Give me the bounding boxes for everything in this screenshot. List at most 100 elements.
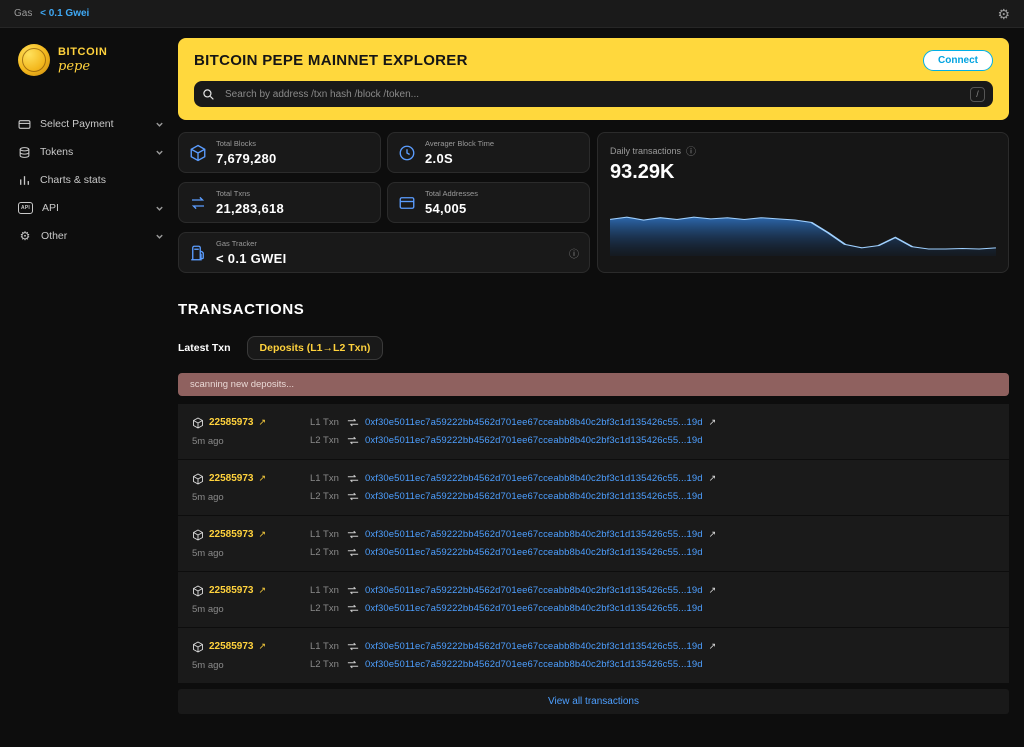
slash-key-hint-icon: / <box>970 87 985 102</box>
l2-txn-label: L2 Txn <box>310 435 341 446</box>
sidebar-item-charts-stats[interactable]: Charts & stats <box>18 166 164 194</box>
chevron-down-icon <box>155 120 164 129</box>
transaction-time: 5m ago <box>192 660 310 671</box>
l1-hash-link[interactable]: 0xf30e5011ec7a59222bb4562d701ee67cceabb8… <box>365 473 703 484</box>
chevron-down-icon <box>155 232 164 241</box>
l1-hash-link[interactable]: 0xf30e5011ec7a59222bb4562d701ee67cceabb8… <box>365 529 703 540</box>
transaction-row-block-section: 22585973 ↗ 5m ago <box>192 529 310 559</box>
sidebar-item-select-payment[interactable]: Select Payment <box>18 110 164 138</box>
stat-value: 21,283,618 <box>216 201 284 216</box>
l2-txn-label: L2 Txn <box>310 659 341 670</box>
l1-txn-label: L1 Txn <box>310 641 341 652</box>
stat-label: Total Blocks <box>216 139 277 148</box>
external-link-icon: ↗ <box>259 641 267 652</box>
l1-hash-link[interactable]: 0xf30e5011ec7a59222bb4562d701ee67cceabb8… <box>365 417 703 428</box>
swap-icon <box>347 660 359 669</box>
transaction-row-hashes: L1 Txn 0xf30e5011ec7a59222bb4562d701ee67… <box>310 529 716 558</box>
gas-pump-icon <box>189 244 207 262</box>
transaction-row-block-section: 22585973 ↗ 5m ago <box>192 417 310 447</box>
wallet-icon <box>398 194 416 212</box>
sidebar-item-other[interactable]: ⚙ Other <box>18 222 164 250</box>
transaction-row-block-section: 22585973 ↗ 5m ago <box>192 473 310 503</box>
gear-icon[interactable]: ⚙ <box>997 7 1010 21</box>
block-number-link[interactable]: 22585973 <box>209 417 254 428</box>
block-number-link[interactable]: 22585973 <box>209 473 254 484</box>
block-number-link[interactable]: 22585973 <box>209 641 254 652</box>
transaction-row: 22585973 ↗ 5m ago L1 Txn 0xf30e5011ec7a5… <box>178 404 1009 459</box>
block-cube-icon <box>189 144 207 162</box>
info-icon[interactable]: ⓘ <box>686 143 696 158</box>
l2-txn-label: L2 Txn <box>310 491 341 502</box>
payment-icon <box>18 118 31 131</box>
swap-icon <box>347 548 359 557</box>
layout: BITCOIN pepe Select Payment Tokens <box>0 28 1024 747</box>
topbar: Gas < 0.1 Gwei ⚙ <box>0 0 1024 28</box>
scanning-status-banner: scanning new deposits... <box>178 373 1009 396</box>
stat-card-total-blocks: Total Blocks 7,679,280 <box>178 132 381 173</box>
l2-hash-link[interactable]: 0xf30e5011ec7a59222bb4562d701ee67cceabb8… <box>365 547 703 558</box>
transaction-time: 5m ago <box>192 492 310 503</box>
daily-transactions-value: 93.29K <box>610 161 996 184</box>
bitcoin-pepe-coin-logo <box>18 44 50 76</box>
search-bar[interactable]: / <box>194 81 993 107</box>
sidebar-item-label: Tokens <box>40 146 73 158</box>
l1-txn-label: L1 Txn <box>310 529 341 540</box>
transactions-tabs: Latest Txn Deposits (L1→L2 Txn) <box>178 336 1009 360</box>
stat-value: 7,679,280 <box>216 151 277 166</box>
transactions-heading: TRANSACTIONS <box>178 301 1009 318</box>
external-link-icon: ↗ <box>709 417 717 428</box>
swap-icon <box>347 604 359 613</box>
tab-deposits[interactable]: Deposits (L1→L2 Txn) <box>247 336 384 360</box>
l2-txn-label: L2 Txn <box>310 547 341 558</box>
l2-hash-link[interactable]: 0xf30e5011ec7a59222bb4562d701ee67cceabb8… <box>365 491 703 502</box>
transaction-time: 5m ago <box>192 548 310 559</box>
gas-value-link[interactable]: < 0.1 Gwei <box>40 8 89 19</box>
block-number-link[interactable]: 22585973 <box>209 529 254 540</box>
swap-icon <box>347 436 359 445</box>
l2-hash-link[interactable]: 0xf30e5011ec7a59222bb4562d701ee67cceabb8… <box>365 659 703 670</box>
l2-hash-link[interactable]: 0xf30e5011ec7a59222bb4562d701ee67cceabb8… <box>365 603 703 614</box>
sidebar-item-label: Other <box>41 230 67 242</box>
l2-txn-label: L2 Txn <box>310 603 341 614</box>
stat-card-block-time: Averager Block Time 2.0S <box>387 132 590 173</box>
l1-hash-link[interactable]: 0xf30e5011ec7a59222bb4562d701ee67cceabb8… <box>365 641 703 652</box>
transaction-row-hashes: L1 Txn 0xf30e5011ec7a59222bb4562d701ee67… <box>310 641 716 670</box>
l2-hash-link[interactable]: 0xf30e5011ec7a59222bb4562d701ee67cceabb8… <box>365 435 703 446</box>
page-title: BITCOIN PEPE MAINNET EXPLORER <box>194 52 468 69</box>
sidebar-item-tokens[interactable]: Tokens <box>18 138 164 166</box>
transaction-row-hashes: L1 Txn 0xf30e5011ec7a59222bb4562d701ee67… <box>310 417 716 446</box>
sidebar-menu: Select Payment Tokens Charts & stats <box>18 110 164 250</box>
search-input[interactable] <box>223 88 962 101</box>
daily-transactions-chart <box>610 198 996 256</box>
daily-transactions-panel: Daily transactions ⓘ 93.29K <box>597 132 1009 273</box>
block-number-link[interactable]: 22585973 <box>209 585 254 596</box>
stat-value: 54,005 <box>425 201 478 216</box>
info-icon[interactable]: ⓘ <box>569 245 579 260</box>
gas-indicator: Gas < 0.1 Gwei <box>14 8 89 19</box>
transfer-arrows-icon <box>189 194 207 212</box>
transaction-row: 22585973 ↗ 5m ago L1 Txn 0xf30e5011ec7a5… <box>178 460 1009 515</box>
block-cube-icon <box>192 529 204 541</box>
connect-button[interactable]: Connect <box>923 50 993 71</box>
swap-icon <box>347 642 359 651</box>
transaction-row-block-section: 22585973 ↗ 5m ago <box>192 585 310 615</box>
tab-latest-txn[interactable]: Latest Txn <box>178 342 231 354</box>
l1-hash-link[interactable]: 0xf30e5011ec7a59222bb4562d701ee67cceabb8… <box>365 585 703 596</box>
stat-card-total-txns: Total Txns 21,283,618 <box>178 182 381 223</box>
clock-icon <box>398 144 416 162</box>
l1-txn-label: L1 Txn <box>310 417 341 428</box>
sidebar: BITCOIN pepe Select Payment Tokens <box>0 28 178 747</box>
external-link-icon: ↗ <box>709 529 717 540</box>
sidebar-item-api[interactable]: API API <box>18 194 164 222</box>
chevron-down-icon <box>155 204 164 213</box>
external-link-icon: ↗ <box>709 473 717 484</box>
view-all-transactions-link[interactable]: View all transactions <box>178 689 1009 714</box>
daily-transactions-label: Daily transactions <box>610 146 681 156</box>
brand-text: BITCOIN pepe <box>58 47 107 73</box>
transaction-row: 22585973 ↗ 5m ago L1 Txn 0xf30e5011ec7a5… <box>178 628 1009 683</box>
chevron-down-icon <box>155 148 164 157</box>
brand-logo-link[interactable]: BITCOIN pepe <box>18 44 164 76</box>
other-gear-icon: ⚙ <box>18 230 32 242</box>
transaction-time: 5m ago <box>192 604 310 615</box>
search-icon <box>202 88 215 101</box>
